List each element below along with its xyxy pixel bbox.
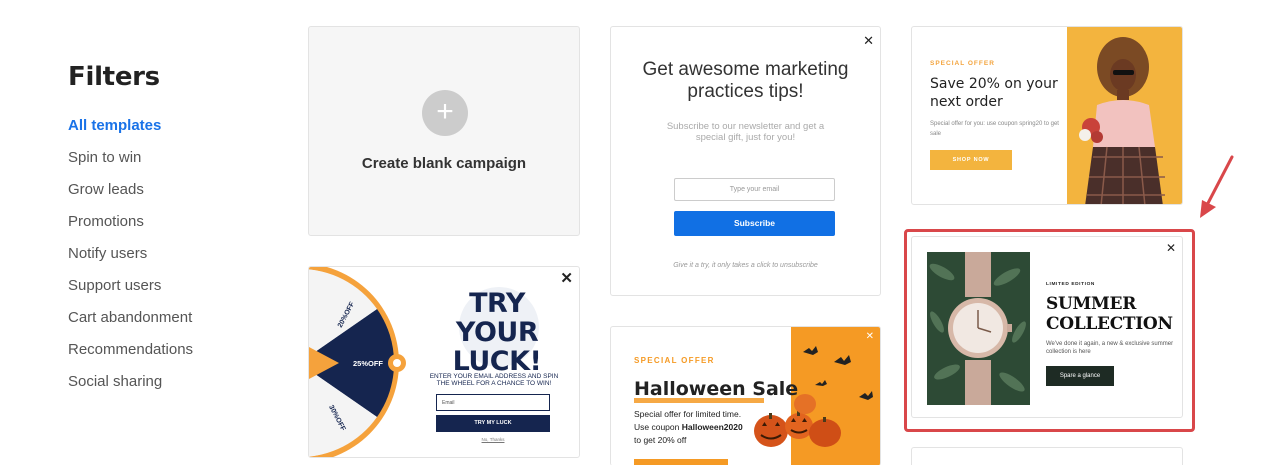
spin-email-input: Email <box>436 394 550 411</box>
filter-all-templates[interactable]: All templates <box>68 117 268 149</box>
newsletter-description: Subscribe to our newsletter and get a sp… <box>666 121 825 143</box>
plus-icon: + <box>422 90 468 136</box>
close-icon: ✕ <box>863 33 874 48</box>
no-thanks-link: No, Thanks <box>481 437 505 442</box>
wheel-slice-label: 25%OFF <box>353 359 383 368</box>
filters-sidebar: Filters All templates Spin to win Grow l… <box>68 62 268 405</box>
filter-recommendations[interactable]: Recommendations <box>68 341 268 373</box>
spin-title: TRY YOUR LUCK! <box>452 288 542 377</box>
halloween-title: Halloween Sale <box>634 378 799 400</box>
pointer-arrow-icon <box>1200 155 1234 218</box>
halloween-cta-button <box>634 459 728 465</box>
prize-wheel-graphic: 25%OFF 20%OFF 30%OFF <box>309 267 406 457</box>
shop-now-button: SHOP NOW <box>930 150 1012 170</box>
filter-spin-to-win[interactable]: Spin to win <box>68 149 268 181</box>
halloween-description: Special offer for limited time. Use coup… <box>634 409 743 445</box>
selection-highlight <box>904 229 1195 432</box>
filter-social-sharing[interactable]: Social sharing <box>68 373 268 405</box>
create-blank-label: Create blank campaign <box>361 155 527 172</box>
template-card-newsletter[interactable]: ✕ Get awesome marketing practices tips! … <box>610 26 881 296</box>
try-my-luck-button: TRY MY LUCK <box>436 415 550 432</box>
filter-grow-leads[interactable]: Grow leads <box>68 181 268 213</box>
filters-title: Filters <box>68 62 160 92</box>
halloween-tag: SPECIAL OFFER <box>634 356 715 365</box>
offer-description: Special offer for you: use coupon spring… <box>930 121 1059 137</box>
offer-tag: SPECIAL OFFER <box>930 60 995 67</box>
template-card-special-offer[interactable]: SPECIAL OFFER Save 20% on your next orde… <box>911 26 1183 205</box>
model-photo <box>1079 37 1165 204</box>
newsletter-footer: Give it a try, it only takes a click to … <box>673 262 818 269</box>
subscribe-button: Subscribe <box>674 211 835 236</box>
spin-subtitle: ENTER YOUR EMAIL ADDRESS AND SPIN THE WH… <box>429 373 559 387</box>
filter-notify-users[interactable]: Notify users <box>68 245 268 277</box>
template-card-partial[interactable] <box>911 447 1183 465</box>
template-card-halloween[interactable]: ✕ SPECIAL OFFER Halloween Sale Special o… <box>610 326 881 465</box>
close-icon: ✕ <box>865 331 874 342</box>
filter-promotions[interactable]: Promotions <box>68 213 268 245</box>
offer-title: Save 20% on your next order <box>930 76 1058 110</box>
create-blank-campaign-card[interactable]: + Create blank campaign <box>308 26 580 236</box>
newsletter-email-input: Type your email <box>674 178 835 201</box>
filter-support-users[interactable]: Support users <box>68 277 268 309</box>
filter-cart-abandonment[interactable]: Cart abandonment <box>68 309 268 341</box>
close-icon: ✕ <box>560 270 573 287</box>
template-card-spin-to-win[interactable]: 25%OFF 20%OFF 30%OFF TRY YOUR LUCK! ENTE… <box>308 266 580 458</box>
newsletter-title: Get awesome marketing practices tips! <box>642 59 849 102</box>
